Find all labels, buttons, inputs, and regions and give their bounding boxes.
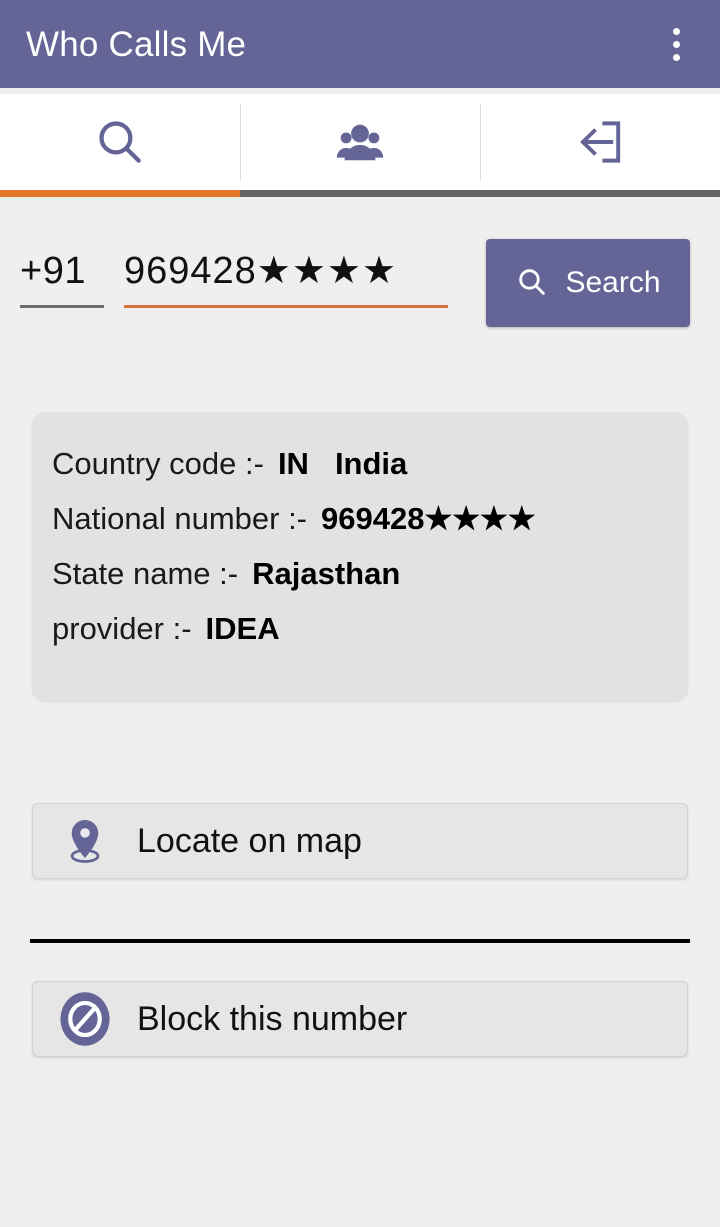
tab-bar <box>0 88 720 197</box>
app-title: Who Calls Me <box>26 24 247 64</box>
locate-on-map-button[interactable]: Locate on map <box>32 803 688 879</box>
result-row-national-number: National number :- 969428★★★★ <box>52 501 688 537</box>
tab-strip <box>0 94 720 190</box>
result-row-country-code: Country code :- IN India <box>52 446 688 482</box>
tab-indicator <box>0 190 720 197</box>
tab-contacts[interactable] <box>240 94 480 190</box>
result-card: Country code :- IN India National number… <box>32 412 688 701</box>
dot <box>672 53 680 61</box>
result-label: National number :- <box>52 501 308 536</box>
block-number-button[interactable]: Block this number <box>32 981 688 1057</box>
phone-number-input[interactable]: 969428★★★★ <box>124 245 448 308</box>
search-button[interactable]: Search <box>486 239 690 327</box>
search-icon <box>93 115 147 169</box>
exit-logout-icon <box>574 116 626 168</box>
tab-search[interactable] <box>0 94 240 190</box>
result-value: IN <box>277 446 309 481</box>
tab-exit[interactable] <box>480 94 720 190</box>
map-pin-icon <box>33 817 137 865</box>
result-value: Rajasthan <box>252 556 401 591</box>
more-vert-icon[interactable] <box>654 16 698 72</box>
block-number-label: Block this number <box>137 999 408 1038</box>
dot <box>672 27 680 35</box>
result-row-state-name: State name :- Rajasthan <box>52 556 688 592</box>
result-label: State name :- <box>52 556 239 591</box>
block-circle-icon <box>33 990 137 1048</box>
country-code-value: +91 <box>20 250 86 292</box>
search-icon <box>515 265 549 302</box>
result-value: IDEA <box>205 611 280 646</box>
result-label: provider :- <box>52 611 192 646</box>
people-group-icon <box>334 116 386 168</box>
tab-indicator-active <box>0 190 240 197</box>
phone-number-value: 969428★★★★ <box>124 250 398 292</box>
search-row: +91 969428★★★★ Search <box>0 239 720 327</box>
locate-on-map-label: Locate on map <box>137 821 362 860</box>
result-value-extra: India <box>334 446 408 481</box>
app-bar: Who Calls Me <box>0 0 720 88</box>
result-value: 969428★★★★ <box>321 501 536 536</box>
result-row-provider: provider :- IDEA <box>52 611 688 647</box>
result-label: Country code :- <box>52 446 264 481</box>
country-code-input[interactable]: +91 <box>20 245 104 308</box>
section-divider <box>30 939 690 943</box>
dot <box>672 40 680 48</box>
search-button-label: Search <box>565 266 661 299</box>
